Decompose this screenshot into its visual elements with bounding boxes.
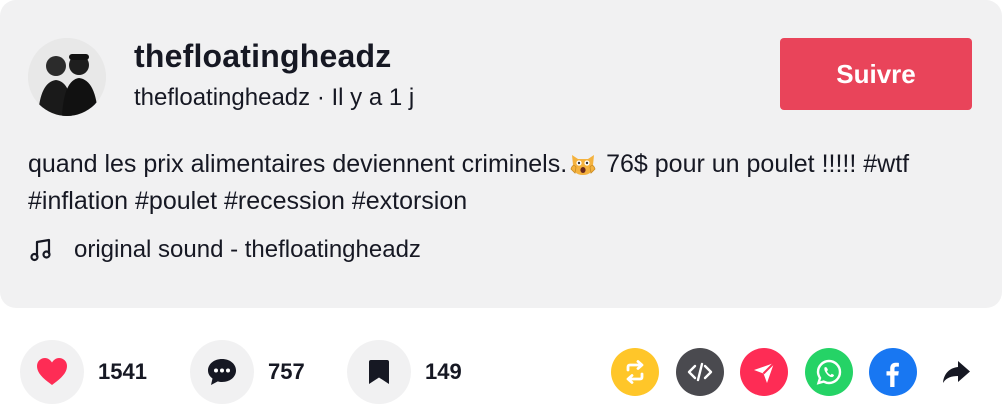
- like-count: 1541: [98, 359, 147, 384]
- more-share-button[interactable]: [932, 348, 980, 396]
- subline-separator: ·: [310, 84, 332, 111]
- follow-button[interactable]: Suivre: [780, 38, 972, 110]
- facebook-icon: [886, 362, 899, 387]
- repost-button[interactable]: [611, 348, 659, 396]
- author-subline: thefloatingheadz · Il y a 1 j: [134, 84, 414, 112]
- whatsapp-icon: [816, 359, 842, 385]
- music-note-icon: [30, 238, 51, 262]
- bookmark-action: 149: [347, 340, 462, 404]
- facebook-share-button[interactable]: [869, 348, 917, 396]
- post-time: Il y a 1 j: [331, 84, 415, 111]
- author-handle[interactable]: thefloatingheadz: [134, 84, 310, 111]
- repost-icon: [626, 360, 644, 384]
- comment-button[interactable]: [190, 340, 254, 404]
- heart-icon: [37, 358, 67, 385]
- comment-icon: [208, 359, 236, 385]
- author-username[interactable]: thefloatingheadz: [134, 38, 391, 75]
- send-icon: [754, 362, 775, 383]
- send-to-friends-button[interactable]: [740, 348, 788, 396]
- video-info-card: thefloatingheadz thefloatingheadz · Il y…: [0, 0, 1002, 308]
- like-action: 1541: [20, 340, 147, 404]
- video-description: quand les prix alimentaires deviennent c…: [28, 146, 968, 220]
- sound-label: original sound - thefloatingheadz: [74, 236, 421, 263]
- author-avatar[interactable]: [28, 38, 106, 116]
- like-button[interactable]: [20, 340, 84, 404]
- description-text-1: quand les prix alimentaires deviennent c…: [28, 150, 568, 178]
- bookmark-icon: [369, 360, 389, 384]
- embed-button[interactable]: [676, 348, 724, 396]
- comment-count: 757: [268, 359, 305, 384]
- share-arrow-icon: [943, 361, 970, 383]
- screaming-cat-emoji: [570, 155, 596, 175]
- comment-action: 757: [190, 340, 305, 404]
- whatsapp-share-button[interactable]: [805, 348, 853, 396]
- bookmark-count: 149: [425, 359, 462, 384]
- embed-code-icon: [687, 362, 713, 382]
- bookmark-button[interactable]: [347, 340, 411, 404]
- sound-link[interactable]: original sound - thefloatingheadz: [28, 236, 421, 264]
